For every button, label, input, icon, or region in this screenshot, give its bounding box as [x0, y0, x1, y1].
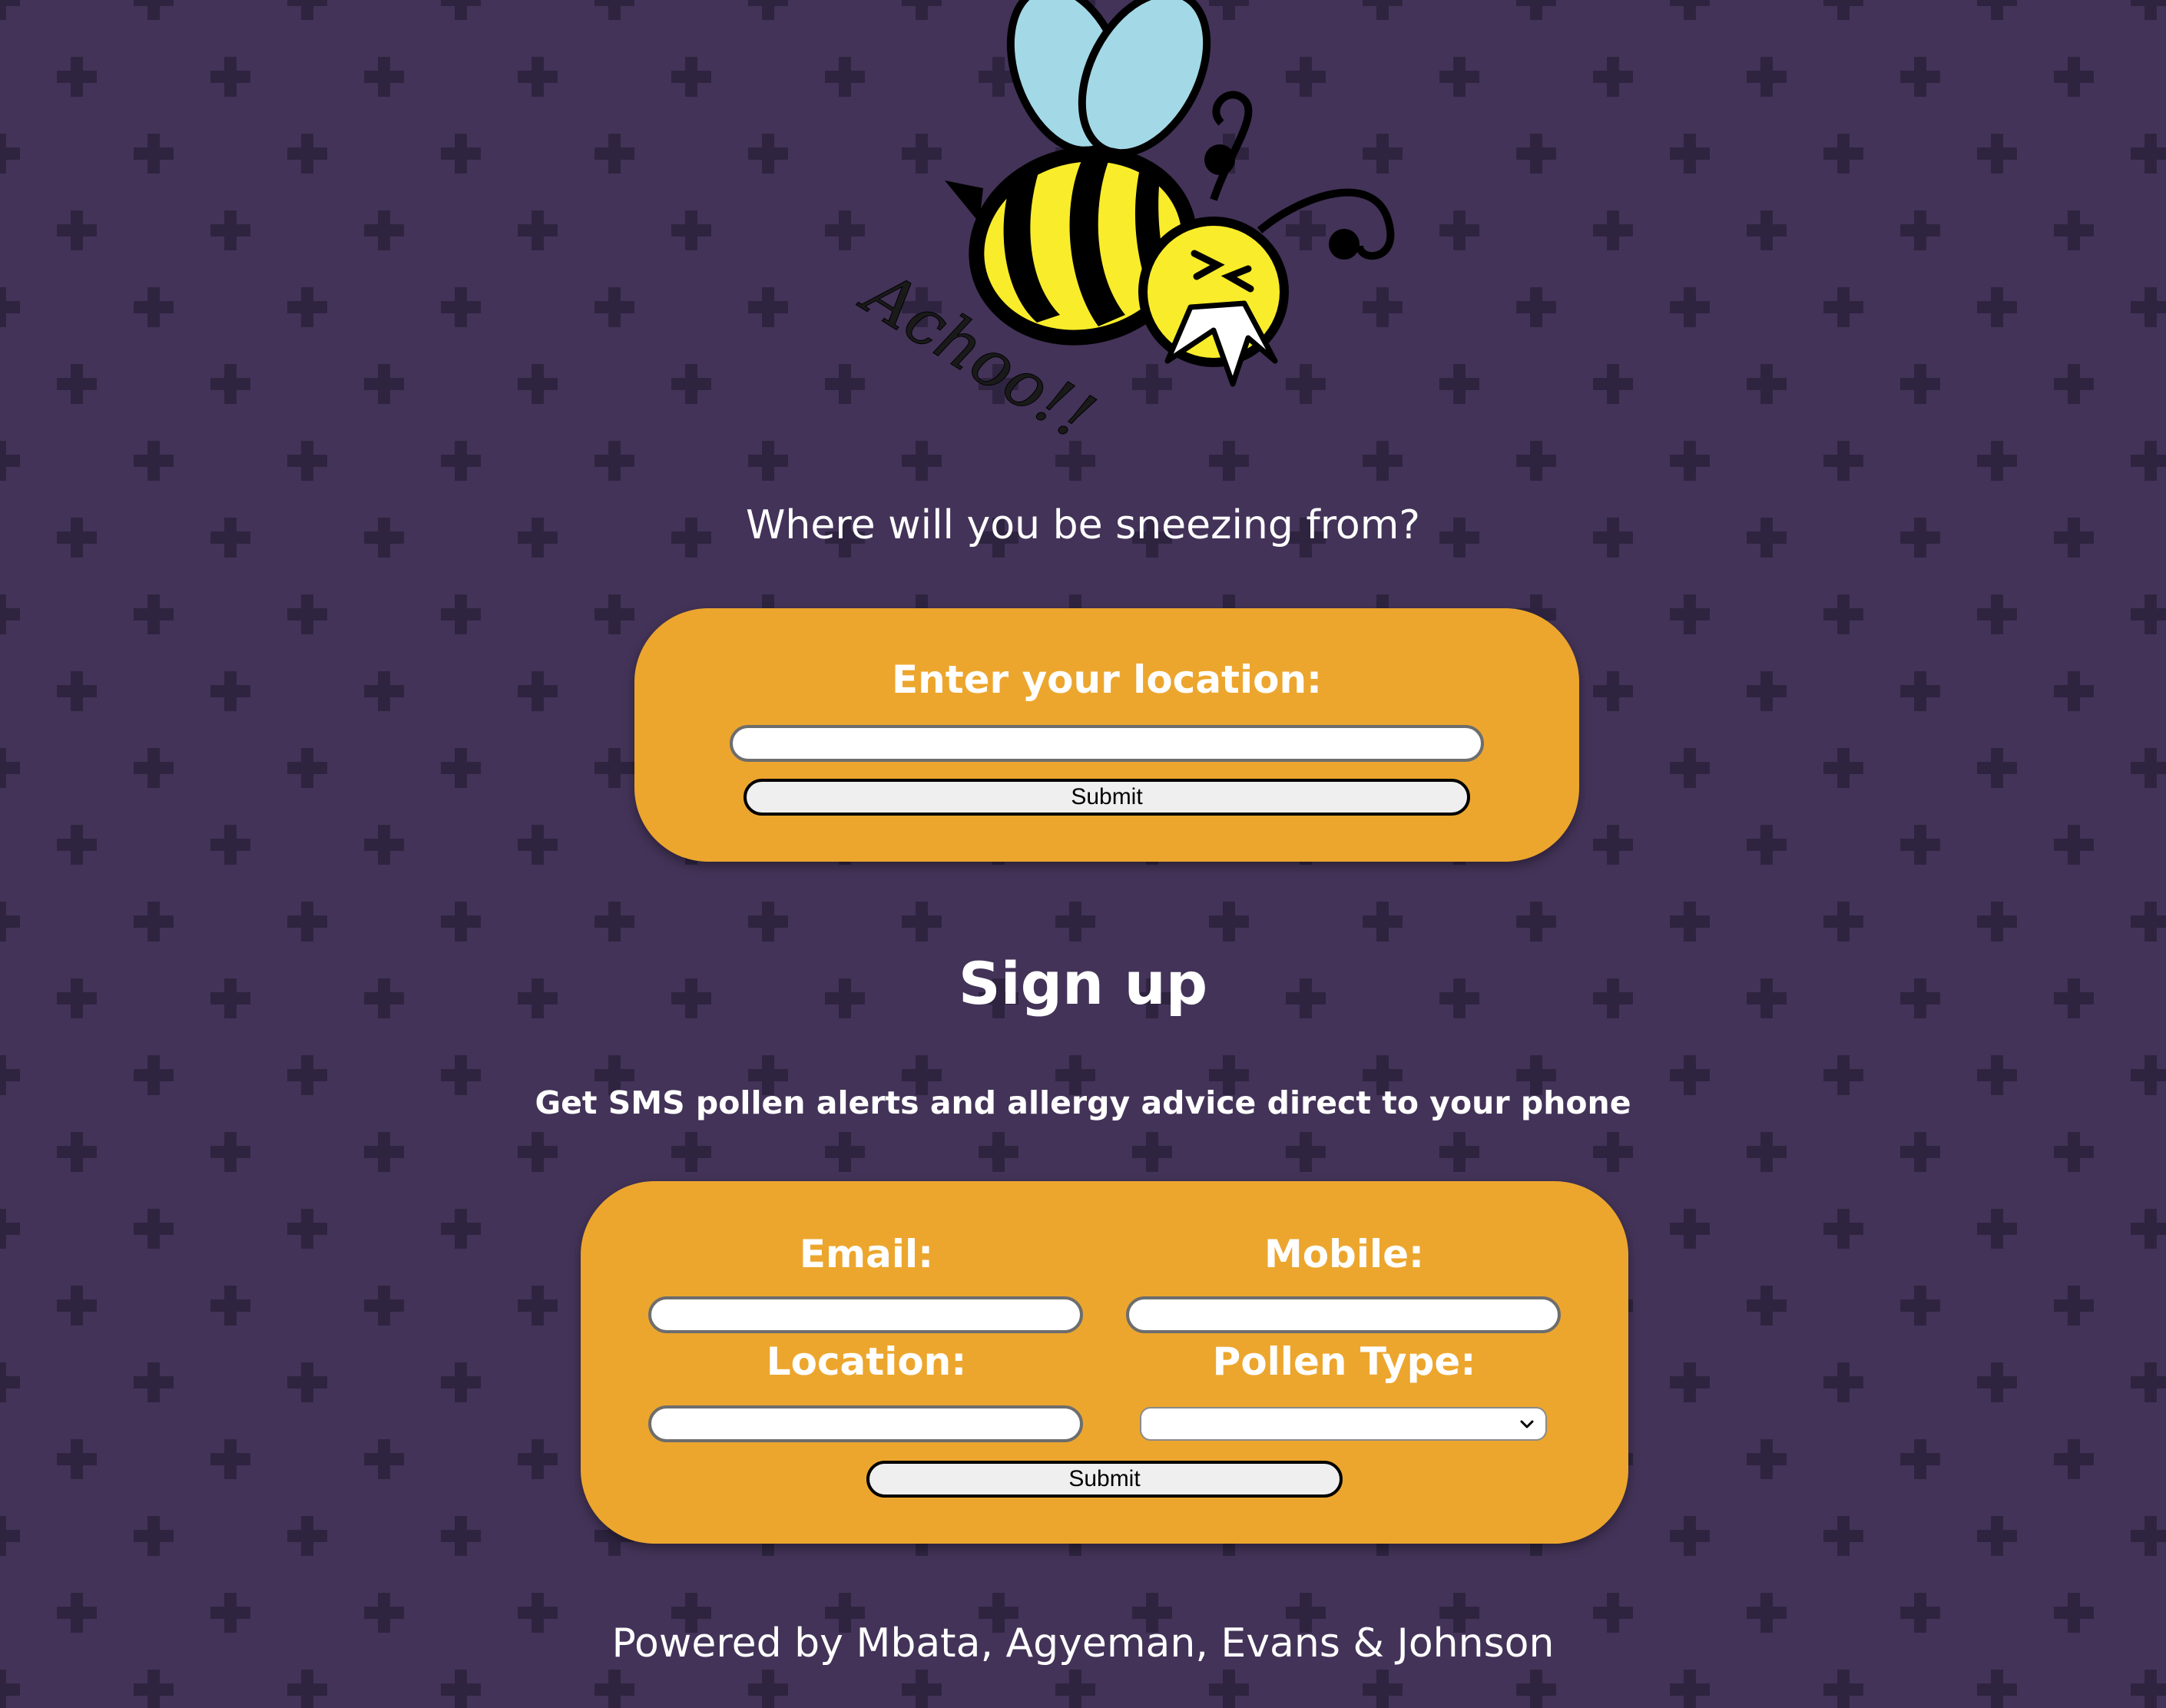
location-label: Location:	[766, 1339, 967, 1384]
signup-subheading: Get SMS pollen alerts and allergy advice…	[535, 1084, 1631, 1121]
location-input[interactable]	[730, 725, 1484, 762]
signup-location-field[interactable]	[648, 1405, 1083, 1442]
mobile-field[interactable]	[1126, 1296, 1561, 1333]
tagline: Where will you be sneezing from?	[745, 502, 1420, 548]
signup-card: Email: Mobile: Location: Pollen Type: Su…	[581, 1181, 1628, 1544]
pollen-type-select[interactable]	[1140, 1407, 1547, 1441]
sneezing-bee-icon: Achoo!!	[847, 0, 1395, 455]
chevron-down-icon	[1520, 1420, 1534, 1428]
location-form-label: Enter your location:	[891, 657, 1323, 702]
email-field[interactable]	[648, 1296, 1083, 1333]
pollen-type-label: Pollen Type:	[1212, 1339, 1476, 1384]
footer-credits: Powered by Mbata, Agyeman, Evans & Johns…	[611, 1620, 1555, 1667]
email-label: Email:	[799, 1232, 934, 1276]
mobile-label: Mobile:	[1264, 1232, 1425, 1276]
location-submit-button[interactable]: Submit	[744, 779, 1470, 816]
location-card: Enter your location: Submit	[634, 608, 1579, 862]
signup-submit-button[interactable]: Submit	[866, 1461, 1343, 1498]
signup-heading: Sign up	[958, 949, 1208, 1018]
